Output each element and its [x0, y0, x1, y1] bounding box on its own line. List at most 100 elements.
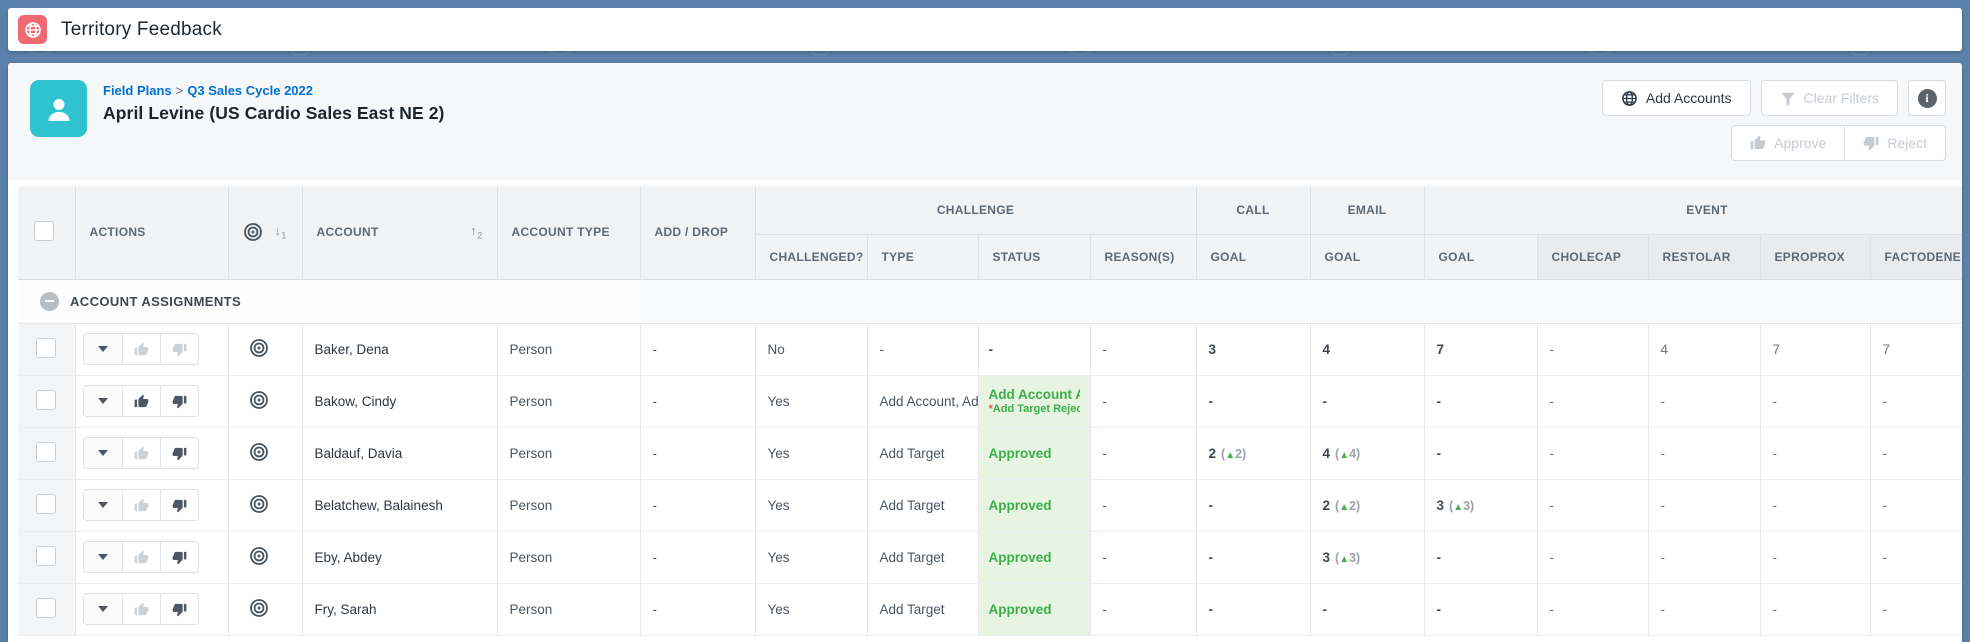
reject-row-button[interactable] [160, 594, 198, 624]
row-checkbox[interactable] [36, 442, 56, 462]
add-accounts-button[interactable]: Add Accounts [1602, 80, 1751, 116]
challenged-cell: Yes [755, 531, 867, 583]
row-target-cell [228, 427, 302, 479]
row-menu-button[interactable] [84, 490, 122, 520]
row-checkbox[interactable] [36, 546, 56, 566]
row-checkbox[interactable] [36, 598, 56, 618]
thumb-up-icon [134, 498, 149, 513]
header-challenge-type[interactable]: TYPE [867, 234, 978, 279]
account-cell: Eby, Abdey [302, 531, 497, 583]
header-account[interactable]: ACCOUNT ↑2 [302, 186, 497, 279]
approve-row-button[interactable] [122, 542, 160, 572]
caret-down-icon [98, 450, 108, 456]
collapse-section-icon[interactable] [40, 292, 59, 311]
approve-button[interactable]: Approve [1731, 125, 1845, 161]
table-row: Fry, Sarah Person - Yes Add Target Appro… [18, 583, 1962, 635]
cholecap-cell: - [1537, 427, 1648, 479]
delta-up-icon: ▲ [1339, 554, 1349, 565]
row-checkbox[interactable] [36, 390, 56, 410]
reasons-cell: - [1090, 479, 1196, 531]
caret-down-icon [98, 346, 108, 352]
row-select-cell [18, 323, 75, 375]
filter-icon [1780, 90, 1796, 107]
select-all-checkbox[interactable] [34, 221, 54, 241]
row-checkbox[interactable] [36, 338, 56, 358]
challenged-cell: Yes [755, 375, 867, 427]
info-button[interactable] [1908, 80, 1946, 116]
breadcrumb-field-plans[interactable]: Field Plans [103, 83, 172, 98]
header-eproprox[interactable]: EPROPROX [1760, 234, 1870, 279]
row-menu-button[interactable] [84, 334, 122, 364]
row-menu-button[interactable] [84, 438, 122, 468]
header-add-drop[interactable]: ADD / DROP [640, 186, 755, 279]
bullseye-icon [249, 390, 269, 410]
email-goal-delta: (▲2) [1335, 499, 1360, 513]
thumb-up-icon [1750, 135, 1766, 151]
factodene-cell: - [1870, 375, 1962, 427]
header-restolar[interactable]: RESTOLAR [1648, 234, 1760, 279]
header-call-goal[interactable]: GOAL [1196, 234, 1310, 279]
approve-row-button[interactable] [122, 594, 160, 624]
restolar-cell: - [1648, 375, 1760, 427]
table-row: Belatchew, Balainesh Person - Yes Add Ta… [18, 479, 1962, 531]
event-goal-cell: - [1424, 375, 1537, 427]
reject-row-button[interactable] [160, 334, 198, 364]
reject-row-button[interactable] [160, 542, 198, 572]
row-target-cell [228, 323, 302, 375]
row-select-cell [18, 531, 75, 583]
approve-row-button[interactable] [122, 386, 160, 416]
header-status[interactable]: STATUS [978, 234, 1090, 279]
row-menu-button[interactable] [84, 542, 122, 572]
header-challenged[interactable]: CHALLENGED? [755, 234, 867, 279]
clear-filters-button[interactable]: Clear Filters [1761, 80, 1898, 116]
group-header-call: CALL [1196, 186, 1310, 234]
reject-row-button[interactable] [160, 386, 198, 416]
eproprox-cell: - [1760, 479, 1870, 531]
caret-down-icon [98, 398, 108, 404]
bullseye-icon [249, 338, 269, 358]
header-cholecap[interactable]: CHOLECAP [1537, 234, 1648, 279]
reasons-cell: - [1090, 375, 1196, 427]
thumb-down-icon [1863, 135, 1879, 151]
row-menu-button[interactable] [84, 386, 122, 416]
breadcrumb-cycle[interactable]: Q3 Sales Cycle 2022 [187, 83, 313, 98]
status-text: Approved [989, 498, 1080, 513]
factodene-cell: - [1870, 583, 1962, 635]
eproprox-cell: - [1760, 427, 1870, 479]
challenge-type-cell: Add Target [867, 479, 978, 531]
approve-row-button[interactable] [122, 490, 160, 520]
reject-button[interactable]: Reject [1844, 125, 1946, 161]
header-reasons[interactable]: REASON(S) [1090, 234, 1196, 279]
restolar-cell: - [1648, 531, 1760, 583]
header-account-type[interactable]: ACCOUNT TYPE [497, 186, 640, 279]
row-menu-button[interactable] [84, 594, 122, 624]
reasons-cell: - [1090, 531, 1196, 583]
header-email-goal[interactable]: GOAL [1310, 234, 1424, 279]
approve-row-button[interactable] [122, 438, 160, 468]
header-factodene[interactable]: FACTODENE [1870, 234, 1962, 279]
reject-row-button[interactable] [160, 438, 198, 468]
approve-row-button[interactable] [122, 334, 160, 364]
caret-down-icon [98, 606, 108, 612]
row-target-cell [228, 583, 302, 635]
reject-row-button[interactable] [160, 490, 198, 520]
avatar [30, 80, 87, 137]
row-checkbox[interactable] [36, 494, 56, 514]
thumb-down-icon [172, 498, 187, 513]
table-row: Bakow, Cindy Person - Yes Add Account, A… [18, 375, 1962, 427]
row-select-cell [18, 375, 75, 427]
cholecap-cell: - [1537, 531, 1648, 583]
event-goal-cell: - [1424, 583, 1537, 635]
challenged-cell: Yes [755, 583, 867, 635]
row-target-cell [228, 531, 302, 583]
approve-label: Approve [1774, 135, 1826, 151]
table-row: Baker, Dena Person - No - - - 3 4 7 - 4 … [18, 323, 1962, 375]
header-event-goal[interactable]: GOAL [1424, 234, 1537, 279]
add-drop-cell: - [640, 375, 755, 427]
row-target-cell [228, 479, 302, 531]
header-target[interactable]: ↓1 [228, 186, 302, 279]
restolar-cell: 4 [1648, 323, 1760, 375]
email-goal-cell: 3(▲3) [1310, 531, 1424, 583]
thumb-down-icon [172, 550, 187, 565]
add-drop-cell: - [640, 531, 755, 583]
